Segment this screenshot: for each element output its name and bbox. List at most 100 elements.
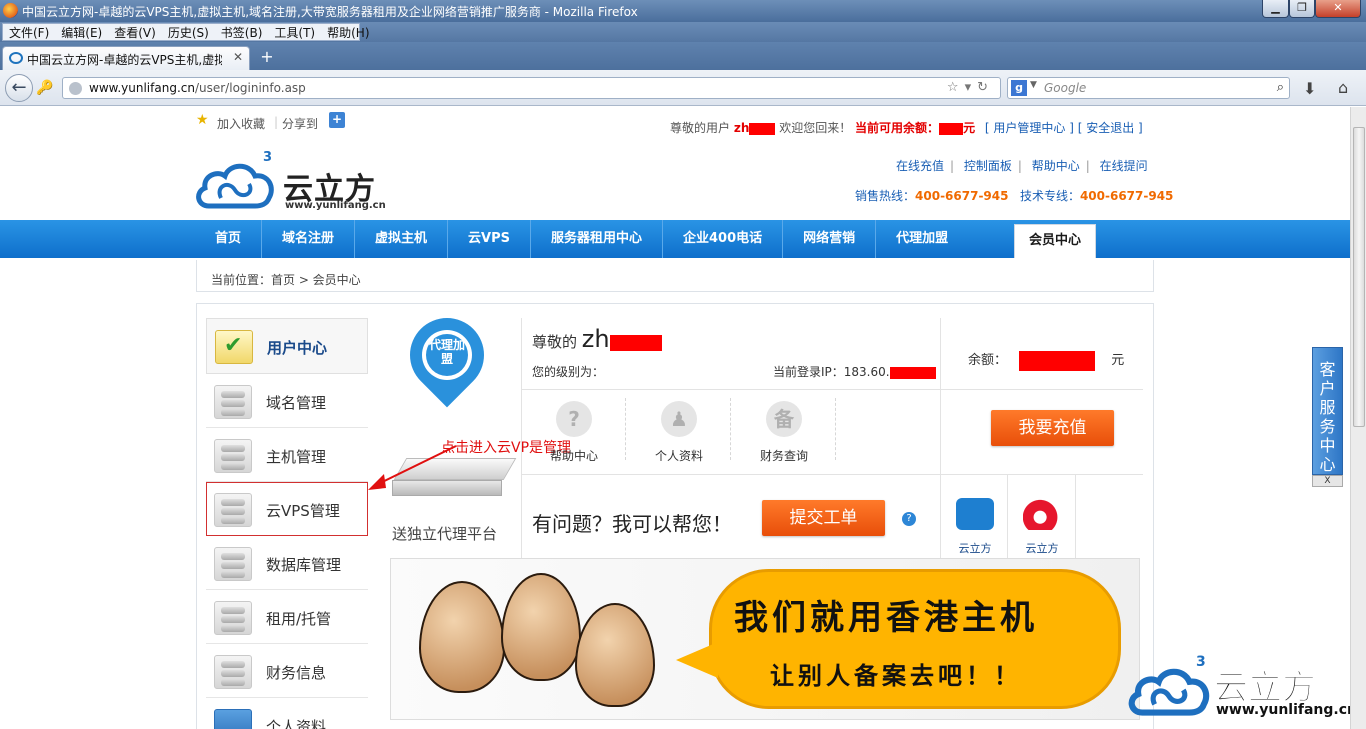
share-plus-icon[interactable]: + — [329, 112, 345, 128]
ip-label: 当前登录IP： — [773, 365, 844, 379]
tab-close-icon[interactable]: ✕ — [233, 50, 243, 64]
menu-edit[interactable]: 编辑(E) — [55, 24, 108, 41]
divider: | — [274, 115, 279, 129]
ip-value: 183.60. — [843, 365, 890, 379]
close-window-button[interactable]: ✕ — [1315, 0, 1361, 18]
globe-icon — [69, 82, 82, 95]
tab-bar: 中国云立方网-卓越的云VPS主机,虚拟主... ✕ + — [0, 42, 1366, 70]
greeting-prefix: 尊敬的 — [532, 333, 578, 351]
home-icon[interactable]: ⌂ — [1338, 78, 1348, 97]
redacted-name — [609, 334, 662, 351]
nav-cloud-vps[interactable]: 云VPS — [448, 220, 531, 258]
question-icon[interactable]: ? — [902, 512, 916, 526]
search-bar[interactable]: g ▼ Google ⌕ — [1007, 77, 1290, 99]
person-icon: ♟ — [661, 401, 697, 437]
logout-link[interactable]: [ 安全退出 ] — [1078, 121, 1143, 135]
tab-title: 中国云立方网-卓越的云VPS主机,虚拟主... — [27, 53, 222, 67]
site-logo[interactable]: 3 云立方 www.yunlifang.cn — [195, 150, 415, 214]
tech-label: 技术专线： — [1019, 189, 1080, 203]
pin-text: 代理加盟 — [428, 338, 465, 366]
divider: | — [950, 159, 955, 173]
divider: | — [1017, 159, 1022, 173]
sidebar-item-cloud-vps[interactable]: 云VPS管理 — [206, 482, 368, 536]
window-title: 中国云立方网-卓越的云VPS主机,虚拟主机,域名注册,大带宽服务器租用及企业网络… — [22, 5, 638, 19]
egg-character-icon — [419, 581, 505, 693]
nav-server-rental[interactable]: 服务器租用中心 — [531, 220, 664, 258]
customer-service-tab[interactable]: 客户服务中心 — [1312, 347, 1343, 475]
menu-file[interactable]: 文件(F) — [3, 24, 55, 41]
quicklink-control-panel[interactable]: 控制面板 — [964, 159, 1012, 173]
sidebar-header[interactable]: ✔ 用户中心 — [206, 318, 368, 374]
search-icon[interactable]: ⌕ — [1277, 80, 1284, 95]
nav-400-phone[interactable]: 企业400电话 — [663, 220, 784, 258]
breadcrumb: 当前位置：首页 > 会员中心 — [196, 260, 1154, 292]
engine-dropdown-icon[interactable]: ▼ — [1030, 80, 1037, 90]
dropdown-icon[interactable]: ▾ — [965, 80, 978, 95]
hongkong-host-banner[interactable]: 我们就用香港主机 让别人备案去吧！！ — [390, 558, 1140, 720]
quick-finance[interactable]: 备 财务查询 — [734, 401, 834, 471]
nav-home[interactable]: 首页 — [195, 220, 263, 258]
nav-marketing[interactable]: 网络营销 — [783, 220, 877, 258]
quicklink-recharge[interactable]: 在线充值 — [896, 159, 944, 173]
quicklink-help[interactable]: 帮助中心 — [1032, 159, 1080, 173]
sales-label: 销售热线： — [855, 189, 916, 203]
customer-service-close[interactable]: X — [1312, 475, 1343, 487]
window-titlebar: 中国云立方网-卓越的云VPS主机,虚拟主机,域名注册,大带宽服务器租用及企业网络… — [0, 0, 1366, 22]
maximize-button[interactable]: ❐ — [1289, 0, 1315, 18]
back-button[interactable]: ← — [5, 74, 33, 102]
minimize-button[interactable]: ▁ — [1262, 0, 1289, 18]
menu-tools[interactable]: 工具(T) — [268, 24, 321, 41]
sidebar-item-rental[interactable]: 租用/托管 — [206, 590, 368, 644]
google-icon[interactable]: g — [1011, 80, 1027, 96]
nav-member-center[interactable]: 会员中心 — [1014, 224, 1096, 258]
banner-line-2: 让别人备案去吧！！ — [770, 662, 1022, 690]
quick-label: 财务查询 — [759, 449, 808, 463]
finance-icon: 备 — [766, 401, 802, 437]
nav-virtual-host[interactable]: 虚拟主机 — [355, 220, 449, 258]
nav-agent[interactable]: 代理加盟 — [876, 220, 968, 258]
welcome-prefix: 尊敬的用户 — [670, 121, 731, 135]
sidebar-item-domain[interactable]: 域名管理 — [206, 374, 368, 428]
redacted-balance — [939, 122, 964, 135]
url-text: www.yunlifang.cn/user/logininfo.asp — [89, 81, 306, 95]
sidebar-item-label: 云VPS管理 — [266, 502, 340, 520]
menu-view[interactable]: 查看(V) — [108, 24, 162, 41]
egg-character-icon — [501, 573, 581, 681]
social-qq-weibo[interactable]: 云立方 — [942, 478, 1008, 558]
share-label: 分享到 — [282, 117, 319, 131]
identity-key-icon[interactable]: 🔑 — [36, 80, 53, 96]
navigation-toolbar: ← 🔑 www.yunlifang.cn/user/logininfo.asp … — [0, 70, 1366, 106]
nav-domain[interactable]: 域名注册 — [262, 220, 356, 258]
page-scrollbar[interactable] — [1350, 107, 1366, 729]
cloud-logo-icon — [196, 163, 274, 209]
recharge-button[interactable]: 我要充值 — [991, 410, 1114, 446]
quicklink-ask[interactable]: 在线提问 — [1100, 159, 1148, 173]
scrollbar-thumb[interactable] — [1353, 127, 1365, 427]
sidebar-item-profile[interactable]: 个人资料 — [206, 698, 368, 729]
sidebar-item-database[interactable]: 数据库管理 — [206, 536, 368, 590]
banner-line-1: 我们就用香港主机 — [734, 598, 1038, 638]
quick-help-center[interactable]: ? 帮助中心 — [524, 401, 624, 471]
ip-row: 当前登录IP：183.60. — [773, 363, 936, 380]
menu-bookmarks[interactable]: 书签(B) — [215, 24, 269, 41]
menu-help[interactable]: 帮助(H) — [321, 24, 375, 41]
quick-profile[interactable]: ♟ 个人资料 — [629, 401, 729, 471]
user-center-link[interactable]: [ 用户管理中心 ] — [985, 121, 1074, 135]
divider: | — [1085, 159, 1090, 173]
sidebar-item-host[interactable]: 主机管理 — [206, 428, 368, 482]
reload-icon[interactable]: ↻ — [977, 80, 994, 95]
url-bar[interactable]: www.yunlifang.cn/user/logininfo.asp ☆▾↻ — [62, 77, 1001, 99]
social-sina-weibo[interactable]: 云立方 — [1009, 478, 1075, 558]
server-icon — [214, 439, 252, 473]
bookmark-star-icon[interactable]: ☆ — [947, 80, 965, 95]
add-favorite-link[interactable]: 加入收藏 — [217, 115, 265, 132]
logo-superscript: 3 — [263, 150, 273, 165]
submit-ticket-button[interactable]: 提交工单 — [762, 500, 885, 536]
sidebar-item-finance[interactable]: 财务信息 — [206, 644, 368, 698]
breadcrumb-text: 当前位置：首页 > 会员中心 — [211, 273, 361, 287]
menu-history[interactable]: 历史(S) — [162, 24, 215, 41]
cloud-logo-icon — [1128, 668, 1210, 716]
new-tab-button[interactable]: + — [256, 48, 278, 68]
download-icon[interactable]: ⬇ — [1303, 79, 1316, 98]
browser-tab[interactable]: 中国云立方网-卓越的云VPS主机,虚拟主... ✕ — [2, 46, 250, 70]
